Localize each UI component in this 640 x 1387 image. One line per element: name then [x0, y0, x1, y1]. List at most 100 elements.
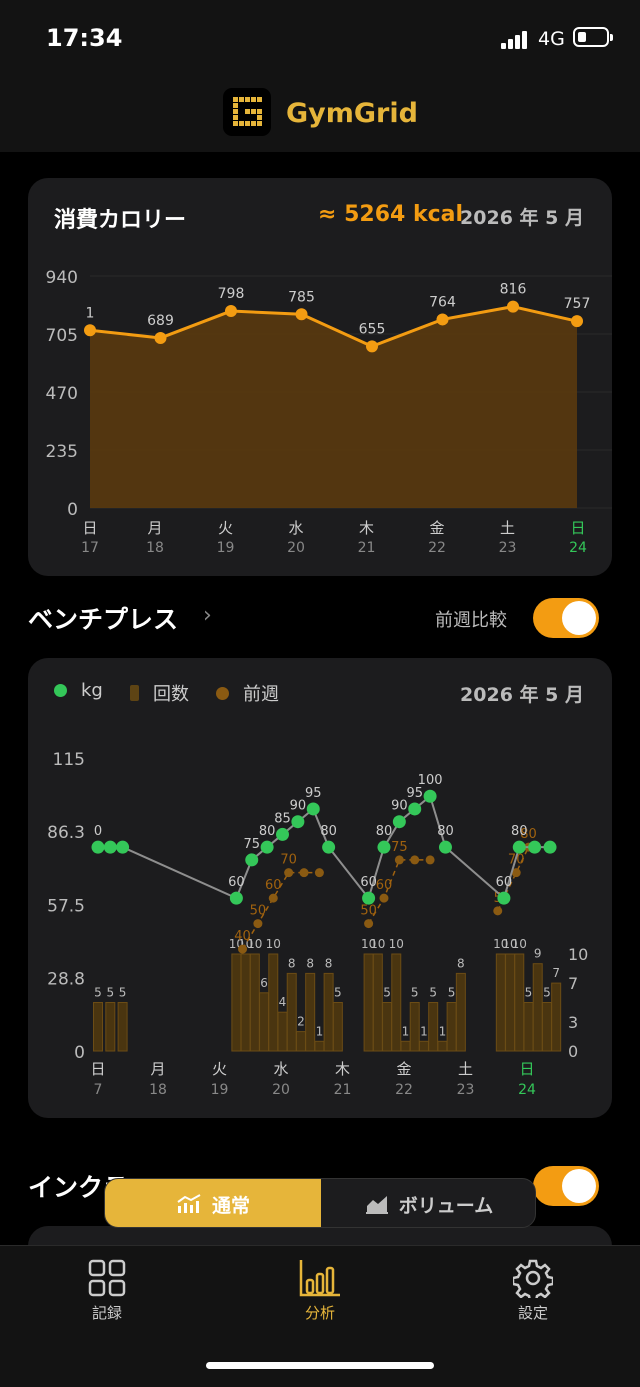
kg-value-label: 75	[243, 837, 260, 852]
tab-settings[interactable]: 設定	[473, 1258, 593, 1323]
reps-value-label: 10	[370, 937, 385, 951]
prev-value-label: 40	[234, 929, 251, 944]
reps-bar	[541, 1002, 552, 1052]
kg-point	[408, 802, 422, 816]
calorie-point	[295, 308, 308, 321]
app-logo-icon	[223, 88, 271, 136]
y-tick-label: 470	[46, 384, 78, 404]
calorie-point	[571, 315, 583, 328]
x-day-label: 土	[458, 1060, 473, 1078]
bar-chart-icon	[299, 1260, 340, 1297]
prev-value-label: 50	[360, 904, 377, 919]
network-label: 4G	[538, 28, 565, 50]
tab-record[interactable]: 記録	[47, 1258, 167, 1323]
reps-bar	[231, 953, 242, 1052]
tab-analysis[interactable]: 分析	[260, 1258, 380, 1323]
exercise-title[interactable]: ベンチプレス	[28, 600, 178, 636]
x-day-label: 金	[396, 1060, 411, 1078]
kg-point	[116, 840, 130, 854]
reps-bar	[332, 1002, 343, 1052]
status-time: 17:34	[46, 24, 123, 52]
kg-value-label: 90	[290, 799, 307, 814]
kg-point	[438, 840, 452, 854]
calorie-point	[84, 324, 96, 337]
kg-value-label: 90	[391, 799, 408, 814]
y-tick-label: 940	[46, 268, 78, 288]
y-right-tick-label: 10	[568, 945, 588, 964]
reps-value-label: 5	[334, 986, 342, 1000]
prev-value-label: 60	[376, 878, 393, 893]
kg-point	[362, 891, 376, 905]
segment-volume-label: ボリューム	[398, 1194, 494, 1217]
x-date-label: 24	[518, 1082, 536, 1098]
reps-value-label: 5	[429, 986, 437, 1000]
reps-bar	[314, 1040, 325, 1052]
segment-normal[interactable]: 通常	[105, 1179, 321, 1227]
x-date-label: 22	[395, 1082, 413, 1098]
reps-value-label: 5	[448, 986, 456, 1000]
reps-value-label: 5	[411, 986, 419, 1000]
reps-value-label: 2	[297, 1015, 305, 1029]
x-day-label: 月	[150, 1060, 165, 1078]
x-day-label: 月	[147, 519, 162, 537]
reps-bar	[418, 1040, 429, 1052]
calorie-value-label: 764	[429, 294, 456, 310]
x-date-label: 21	[358, 540, 376, 556]
kg-value-label: 95	[305, 786, 322, 801]
compare-toggle-2[interactable]	[533, 1166, 599, 1206]
kg-value-label: 100	[418, 773, 443, 788]
calorie-point	[507, 300, 519, 313]
compare-toggle[interactable]	[533, 598, 599, 638]
reps-bar	[455, 972, 466, 1052]
reps-bar	[428, 1002, 439, 1052]
reps-bar	[523, 1002, 534, 1052]
reps-value-label: 1	[402, 1024, 410, 1038]
prev-point	[299, 868, 309, 878]
reps-bar	[259, 992, 270, 1052]
x-date-label: 19	[217, 540, 235, 556]
reps-bar	[514, 953, 525, 1052]
kg-value-label: 80	[511, 824, 528, 839]
bench-chart: 11586.357.528.80107305 5 51010106104828185…	[47, 750, 588, 1098]
segment-normal-label: 通常	[211, 1194, 250, 1217]
y-tick-label: 28.8	[47, 970, 85, 990]
view-mode-segment: 通常 ボリューム	[104, 1178, 536, 1228]
y-tick-label: 0	[67, 500, 78, 520]
kg-point	[322, 840, 336, 854]
x-day-label: 火	[218, 519, 233, 537]
reps-bar	[363, 953, 374, 1052]
segment-volume[interactable]: ボリューム	[321, 1179, 535, 1227]
chevron-right-icon[interactable]: ›	[203, 603, 212, 628]
reps-bar	[240, 953, 251, 1052]
reps-bar	[249, 953, 260, 1052]
kg-value-label: 0	[94, 824, 102, 839]
reps-bar	[117, 1002, 128, 1052]
reps-bar	[495, 953, 506, 1052]
kg-point	[103, 840, 117, 854]
kg-point	[276, 827, 289, 841]
prev-point	[238, 944, 248, 954]
reps-bar	[382, 1002, 393, 1052]
reps-bar	[409, 1002, 420, 1052]
prev-value-label: 50	[250, 904, 267, 919]
reps-value-label: 5	[94, 986, 102, 1000]
prev-point	[394, 855, 404, 865]
calorie-chart: 940 705 470 235 0 1 689 798 785 655 764 816 757 日 17 月 1…	[46, 268, 612, 556]
reps-bar	[532, 963, 543, 1052]
x-date-label: 19	[211, 1082, 229, 1098]
kg-point	[91, 840, 105, 854]
y-tick-label: 235	[46, 442, 78, 462]
reps-value-label: 8	[325, 956, 333, 970]
calorie-value-label: 798	[218, 286, 245, 302]
kg-value-label: 60	[360, 875, 377, 890]
reps-bar	[277, 1011, 288, 1052]
y-right-tick-label: 7	[568, 974, 578, 993]
gear-icon	[513, 1259, 553, 1298]
reps-bar	[446, 1002, 457, 1052]
bench-card: kg 回数 前週 2026 年 5 月 115 86.3 57.5 28.8 0 10 7 3…	[28, 658, 612, 1118]
x-date-label: 7	[94, 1082, 103, 1098]
calorie-value-label: 689	[147, 313, 174, 329]
kg-value-label: 80	[259, 824, 276, 839]
reps-bar	[372, 953, 383, 1052]
calorie-value-label: 757	[564, 296, 591, 312]
